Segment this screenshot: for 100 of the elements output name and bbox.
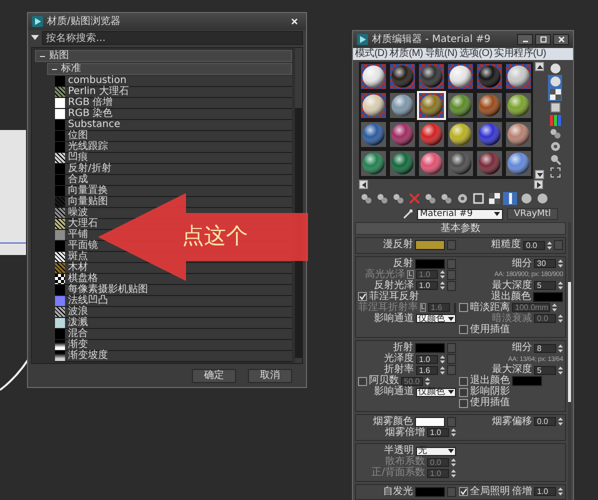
spinner-arrows-icon[interactable] (451, 468, 456, 478)
tool-button[interactable] (423, 192, 437, 205)
material-slot[interactable] (475, 149, 504, 178)
tool-button[interactable] (487, 192, 501, 205)
tool-button[interactable] (548, 88, 562, 101)
tool-button[interactable] (548, 114, 562, 127)
map-list-item[interactable]: 合成 (55, 175, 88, 185)
map-list-item[interactable]: 平面镜 (55, 241, 98, 251)
number-field[interactable]: 8 (534, 344, 556, 353)
spinner-arrows-icon[interactable] (440, 270, 445, 280)
spinner-arrows-icon[interactable] (558, 417, 563, 426)
number-field[interactable]: 0.0 (534, 417, 556, 426)
material-slot[interactable] (446, 149, 475, 178)
tool-button[interactable] (548, 127, 562, 140)
rollout-header[interactable]: 基本参数 (355, 222, 566, 235)
menu-item[interactable]: 导航(N) (424, 48, 458, 60)
map-list-item[interactable]: 波浪 (55, 307, 88, 317)
number-field[interactable]: 5 (534, 366, 556, 375)
tool-button[interactable] (535, 192, 549, 205)
number-field[interactable]: 1.6 (416, 366, 438, 375)
spinner-arrows-icon[interactable] (440, 366, 445, 375)
dialog-button[interactable]: 取消 (248, 369, 292, 383)
scroll-left-button[interactable] (359, 180, 368, 189)
spinner-arrows-icon[interactable] (547, 240, 552, 250)
material-slot[interactable] (446, 120, 475, 149)
tool-button[interactable] (548, 166, 562, 179)
spinner-arrows-icon[interactable] (558, 314, 563, 324)
color-swatch[interactable] (415, 343, 445, 354)
color-swatch[interactable] (512, 376, 542, 386)
tool-button[interactable] (455, 192, 469, 205)
tool-button[interactable] (391, 192, 405, 205)
material-slot[interactable] (359, 120, 388, 149)
map-list-item[interactable]: 噪波 (55, 208, 88, 218)
checkbox[interactable] (459, 388, 468, 397)
map-list-item[interactable]: 木材 (55, 263, 88, 273)
material-slot[interactable] (446, 91, 475, 120)
scroll-up-button[interactable] (535, 62, 544, 71)
material-slot[interactable] (388, 91, 417, 120)
material-slot[interactable] (388, 120, 417, 149)
material-slot[interactable] (359, 62, 388, 91)
checkbox[interactable] (459, 398, 468, 408)
number-field[interactable]: 1.0 (427, 428, 449, 438)
number-field[interactable]: 0.0 (523, 240, 545, 250)
material-slot[interactable] (504, 91, 533, 120)
tool-button[interactable] (548, 153, 562, 166)
tool-button[interactable] (519, 192, 533, 205)
checkbox[interactable] (358, 292, 367, 302)
spinner-arrows-icon[interactable] (558, 366, 563, 375)
scrollbar[interactable] (568, 222, 571, 500)
map-list-item[interactable]: 平铺 (55, 230, 88, 240)
material-slot[interactable] (504, 62, 533, 91)
scroll-down-button[interactable] (535, 170, 544, 179)
map-list-item[interactable]: 混合 (55, 329, 88, 339)
map-list-item[interactable]: 棋盘格 (55, 274, 98, 284)
spinner-arrows-icon[interactable] (558, 281, 563, 290)
spinner-arrows-icon[interactable] (552, 303, 558, 312)
material-slot[interactable] (504, 149, 533, 178)
spinner-arrows-icon[interactable] (440, 281, 445, 290)
material-slot[interactable] (359, 149, 388, 178)
tool-button[interactable] (548, 62, 562, 75)
color-swatch[interactable] (415, 240, 445, 250)
material-slot[interactable] (417, 149, 446, 178)
color-swatch[interactable] (533, 292, 563, 302)
material-slot[interactable] (359, 91, 388, 120)
checkbox[interactable] (358, 376, 367, 386)
spinner-arrows-icon[interactable] (440, 354, 445, 364)
material-slot[interactable] (417, 62, 446, 91)
number-field[interactable]: 1.0 (534, 487, 556, 496)
menu-item[interactable]: 模式(D) (355, 48, 388, 60)
category-header[interactable]: 贴图 (35, 50, 292, 62)
menu-item[interactable]: 选项(O) (459, 48, 492, 60)
spinner-arrows-icon[interactable] (451, 458, 456, 467)
menu-item[interactable]: 实用程序(U) (494, 48, 546, 60)
material-slot[interactable] (475, 91, 504, 120)
tool-button[interactable] (548, 75, 562, 88)
checkbox[interactable] (459, 325, 468, 334)
number-field[interactable]: 1.0 (416, 281, 438, 290)
tool-button[interactable] (548, 140, 562, 153)
close-button[interactable] (553, 34, 569, 45)
spinner-arrows-icon[interactable] (425, 376, 430, 386)
color-swatch[interactable] (415, 258, 445, 269)
map-list-item[interactable]: 大理石 (55, 219, 98, 229)
material-slot[interactable] (446, 62, 475, 91)
map-list-item[interactable]: 位图 (55, 131, 88, 141)
tool-button[interactable] (439, 192, 453, 205)
spinner-arrows-icon[interactable] (451, 428, 456, 438)
dropdown[interactable]: 无 (416, 446, 456, 456)
color-swatch[interactable] (415, 416, 445, 427)
menu-item[interactable]: 材质(M) (389, 48, 423, 60)
maximize-button[interactable] (535, 34, 551, 45)
number-field[interactable]: 5 (534, 281, 556, 290)
eyedropper-icon[interactable] (403, 209, 413, 219)
material-slot[interactable] (417, 120, 446, 149)
material-slot[interactable] (475, 120, 504, 149)
spinner-arrows-icon[interactable] (558, 344, 563, 353)
map-list-item[interactable]: 凹痕 (55, 153, 88, 163)
checkbox[interactable] (459, 376, 468, 386)
tool-button[interactable] (375, 192, 389, 205)
material-slot[interactable] (388, 149, 417, 178)
map-list-item[interactable]: 泼溅 (55, 318, 88, 328)
